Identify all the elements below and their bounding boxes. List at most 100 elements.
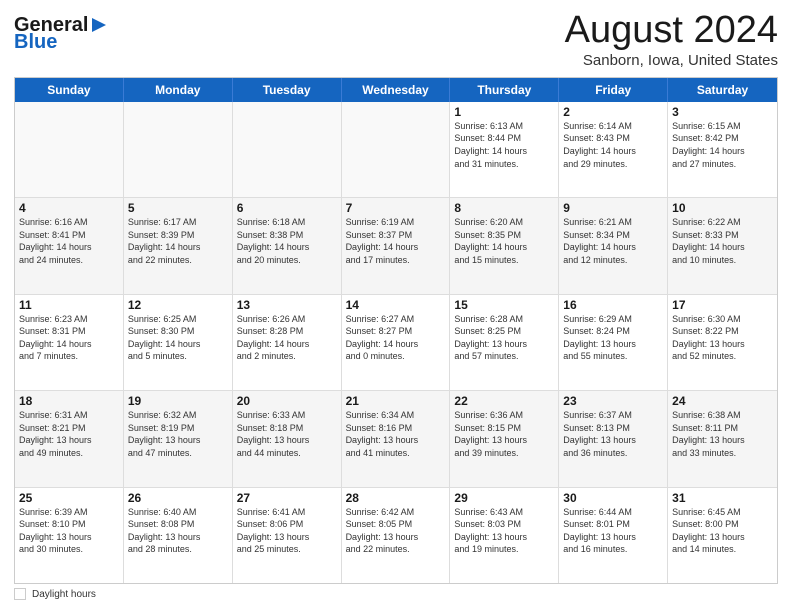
footer: Daylight hours [14,584,778,602]
calendar-cell: 1Sunrise: 6:13 AMSunset: 8:44 PMDaylight… [450,102,559,197]
calendar-cell [124,102,233,197]
calendar-cell: 3Sunrise: 6:15 AMSunset: 8:42 PMDaylight… [668,102,777,197]
cell-info: Sunrise: 6:42 AMSunset: 8:05 PMDaylight:… [346,506,446,556]
day-number: 18 [19,394,119,408]
calendar-cell [342,102,451,197]
cell-info: Sunrise: 6:30 AMSunset: 8:22 PMDaylight:… [672,313,773,363]
cell-info: Sunrise: 6:38 AMSunset: 8:11 PMDaylight:… [672,409,773,459]
calendar-cell: 22Sunrise: 6:36 AMSunset: 8:15 PMDayligh… [450,391,559,486]
cell-info: Sunrise: 6:45 AMSunset: 8:00 PMDaylight:… [672,506,773,556]
cell-info: Sunrise: 6:16 AMSunset: 8:41 PMDaylight:… [19,216,119,266]
day-number: 29 [454,491,554,505]
title-area: August 2024 Sanborn, Iowa, United States [565,10,778,69]
day-number: 3 [672,105,773,119]
calendar-cell: 25Sunrise: 6:39 AMSunset: 8:10 PMDayligh… [15,488,124,583]
day-number: 19 [128,394,228,408]
day-number: 7 [346,201,446,215]
header-wednesday: Wednesday [342,78,451,102]
calendar-cell: 19Sunrise: 6:32 AMSunset: 8:19 PMDayligh… [124,391,233,486]
cell-info: Sunrise: 6:31 AMSunset: 8:21 PMDaylight:… [19,409,119,459]
cell-info: Sunrise: 6:17 AMSunset: 8:39 PMDaylight:… [128,216,228,266]
day-number: 28 [346,491,446,505]
calendar-cell: 2Sunrise: 6:14 AMSunset: 8:43 PMDaylight… [559,102,668,197]
cell-info: Sunrise: 6:14 AMSunset: 8:43 PMDaylight:… [563,120,663,170]
daylight-label: Daylight hours [32,589,96,600]
page-subtitle: Sanborn, Iowa, United States [565,52,778,69]
cell-info: Sunrise: 6:43 AMSunset: 8:03 PMDaylight:… [454,506,554,556]
header-friday: Friday [559,78,668,102]
day-number: 17 [672,298,773,312]
cell-info: Sunrise: 6:21 AMSunset: 8:34 PMDaylight:… [563,216,663,266]
cell-info: Sunrise: 6:26 AMSunset: 8:28 PMDaylight:… [237,313,337,363]
cell-info: Sunrise: 6:20 AMSunset: 8:35 PMDaylight:… [454,216,554,266]
calendar-cell: 9Sunrise: 6:21 AMSunset: 8:34 PMDaylight… [559,198,668,293]
calendar-cell: 5Sunrise: 6:17 AMSunset: 8:39 PMDaylight… [124,198,233,293]
cell-info: Sunrise: 6:34 AMSunset: 8:16 PMDaylight:… [346,409,446,459]
calendar-cell: 31Sunrise: 6:45 AMSunset: 8:00 PMDayligh… [668,488,777,583]
cell-info: Sunrise: 6:13 AMSunset: 8:44 PMDaylight:… [454,120,554,170]
day-number: 1 [454,105,554,119]
header-tuesday: Tuesday [233,78,342,102]
calendar-row: 25Sunrise: 6:39 AMSunset: 8:10 PMDayligh… [15,488,777,583]
calendar-cell: 26Sunrise: 6:40 AMSunset: 8:08 PMDayligh… [124,488,233,583]
calendar-row: 1Sunrise: 6:13 AMSunset: 8:44 PMDaylight… [15,102,777,198]
calendar-body: 1Sunrise: 6:13 AMSunset: 8:44 PMDaylight… [15,102,777,583]
calendar-row: 4Sunrise: 6:16 AMSunset: 8:41 PMDaylight… [15,198,777,294]
calendar-cell: 10Sunrise: 6:22 AMSunset: 8:33 PMDayligh… [668,198,777,293]
calendar-row: 18Sunrise: 6:31 AMSunset: 8:21 PMDayligh… [15,391,777,487]
day-number: 27 [237,491,337,505]
logo-blue-text: Blue [14,32,110,52]
day-number: 25 [19,491,119,505]
header-thursday: Thursday [450,78,559,102]
day-number: 14 [346,298,446,312]
logo: General Blue [14,14,110,52]
cell-info: Sunrise: 6:19 AMSunset: 8:37 PMDaylight:… [346,216,446,266]
calendar-cell: 16Sunrise: 6:29 AMSunset: 8:24 PMDayligh… [559,295,668,390]
calendar-cell: 7Sunrise: 6:19 AMSunset: 8:37 PMDaylight… [342,198,451,293]
day-number: 12 [128,298,228,312]
cell-info: Sunrise: 6:39 AMSunset: 8:10 PMDaylight:… [19,506,119,556]
day-number: 8 [454,201,554,215]
calendar-cell: 11Sunrise: 6:23 AMSunset: 8:31 PMDayligh… [15,295,124,390]
cell-info: Sunrise: 6:41 AMSunset: 8:06 PMDaylight:… [237,506,337,556]
day-number: 30 [563,491,663,505]
calendar-cell: 20Sunrise: 6:33 AMSunset: 8:18 PMDayligh… [233,391,342,486]
header-monday: Monday [124,78,233,102]
day-number: 26 [128,491,228,505]
calendar-cell: 13Sunrise: 6:26 AMSunset: 8:28 PMDayligh… [233,295,342,390]
cell-info: Sunrise: 6:29 AMSunset: 8:24 PMDaylight:… [563,313,663,363]
calendar-cell [233,102,342,197]
day-number: 31 [672,491,773,505]
day-number: 21 [346,394,446,408]
calendar-cell: 24Sunrise: 6:38 AMSunset: 8:11 PMDayligh… [668,391,777,486]
cell-info: Sunrise: 6:23 AMSunset: 8:31 PMDaylight:… [19,313,119,363]
day-number: 23 [563,394,663,408]
day-number: 15 [454,298,554,312]
day-number: 13 [237,298,337,312]
calendar-cell: 27Sunrise: 6:41 AMSunset: 8:06 PMDayligh… [233,488,342,583]
day-number: 5 [128,201,228,215]
calendar-row: 11Sunrise: 6:23 AMSunset: 8:31 PMDayligh… [15,295,777,391]
calendar-cell: 29Sunrise: 6:43 AMSunset: 8:03 PMDayligh… [450,488,559,583]
header: General Blue August 2024 Sanborn, Iowa, … [14,10,778,69]
calendar-cell: 18Sunrise: 6:31 AMSunset: 8:21 PMDayligh… [15,391,124,486]
calendar-cell: 4Sunrise: 6:16 AMSunset: 8:41 PMDaylight… [15,198,124,293]
cell-info: Sunrise: 6:22 AMSunset: 8:33 PMDaylight:… [672,216,773,266]
calendar-cell: 14Sunrise: 6:27 AMSunset: 8:27 PMDayligh… [342,295,451,390]
cell-info: Sunrise: 6:37 AMSunset: 8:13 PMDaylight:… [563,409,663,459]
calendar-cell: 23Sunrise: 6:37 AMSunset: 8:13 PMDayligh… [559,391,668,486]
page-title: August 2024 [565,10,778,52]
cell-info: Sunrise: 6:25 AMSunset: 8:30 PMDaylight:… [128,313,228,363]
calendar-cell: 17Sunrise: 6:30 AMSunset: 8:22 PMDayligh… [668,295,777,390]
day-number: 20 [237,394,337,408]
calendar-cell: 15Sunrise: 6:28 AMSunset: 8:25 PMDayligh… [450,295,559,390]
day-number: 10 [672,201,773,215]
cell-info: Sunrise: 6:44 AMSunset: 8:01 PMDaylight:… [563,506,663,556]
day-number: 6 [237,201,337,215]
calendar-cell: 28Sunrise: 6:42 AMSunset: 8:05 PMDayligh… [342,488,451,583]
page: General Blue August 2024 Sanborn, Iowa, … [0,0,792,612]
calendar-header: Sunday Monday Tuesday Wednesday Thursday… [15,78,777,102]
cell-info: Sunrise: 6:15 AMSunset: 8:42 PMDaylight:… [672,120,773,170]
header-saturday: Saturday [668,78,777,102]
daylight-dot [14,588,26,600]
